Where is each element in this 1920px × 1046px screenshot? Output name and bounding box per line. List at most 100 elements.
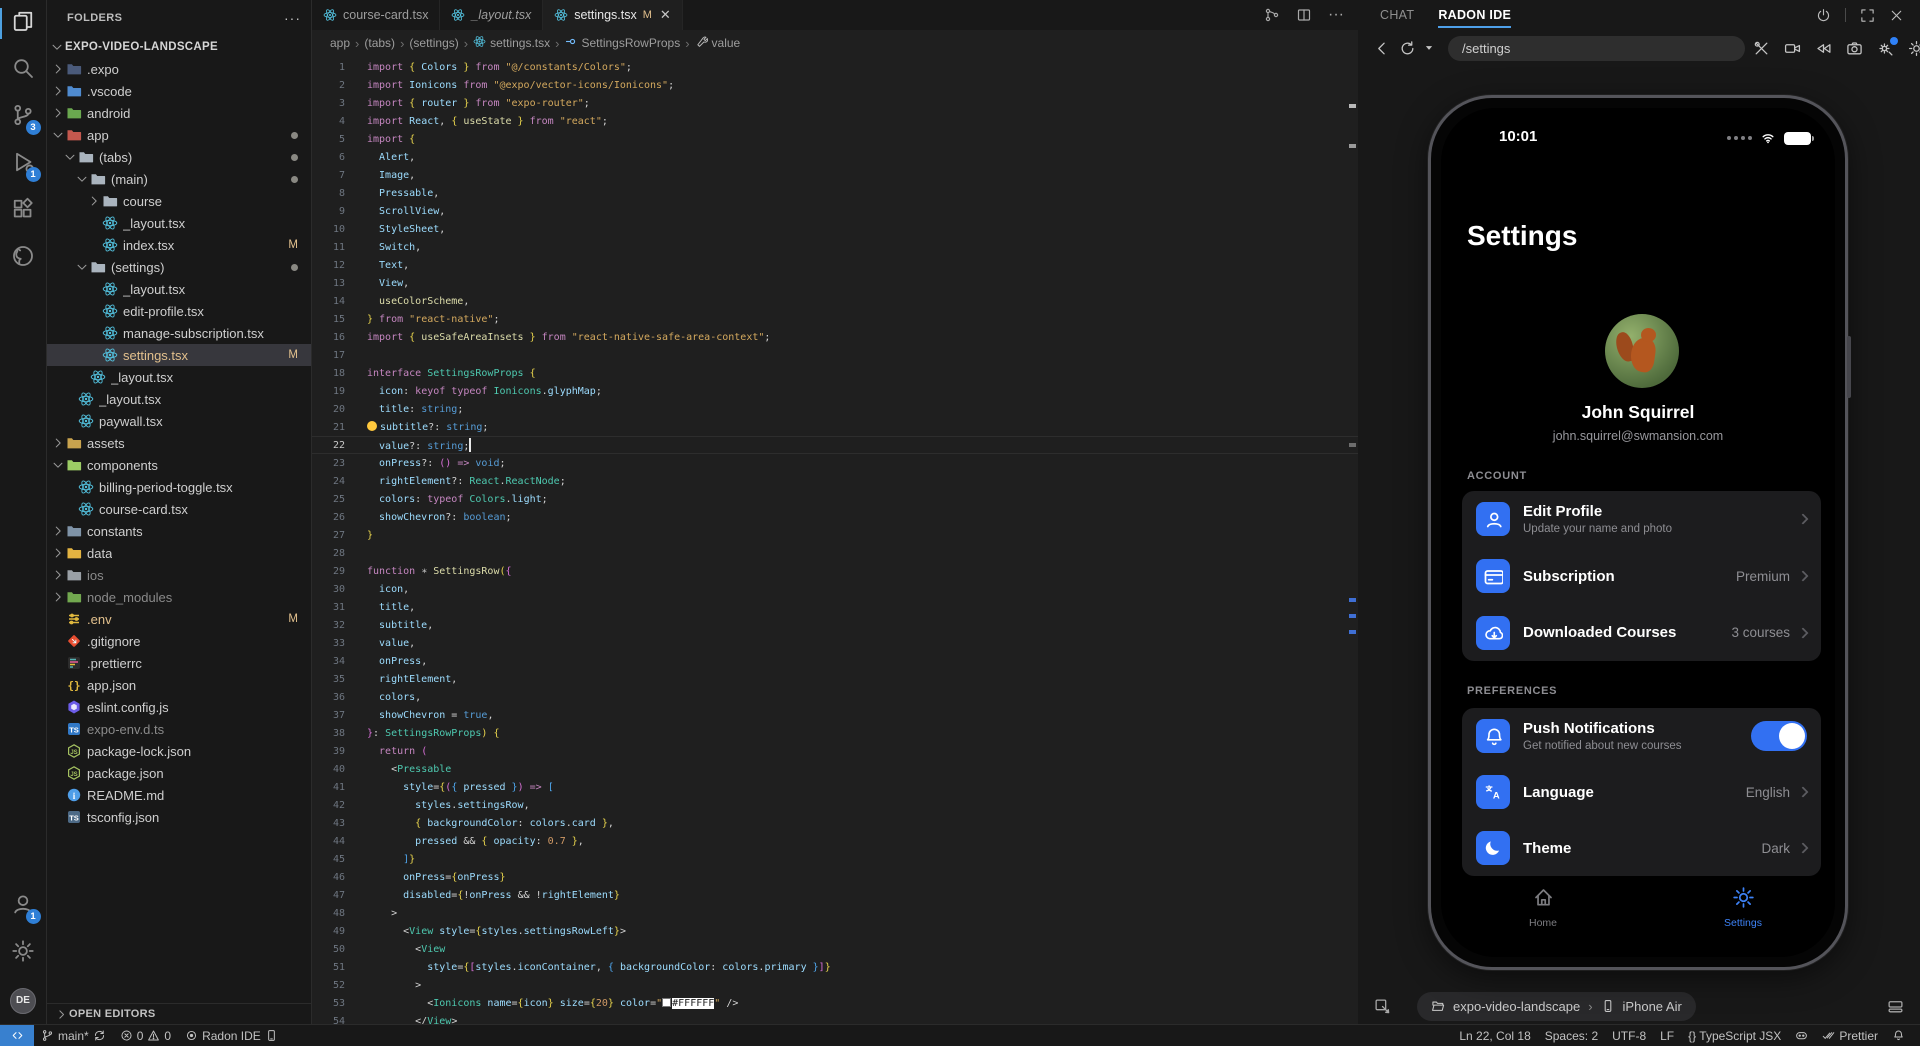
- power-icon[interactable]: [1816, 8, 1831, 23]
- breadcrumb-item[interactable]: (tabs): [364, 36, 395, 50]
- language-mode[interactable]: {} TypeScript JSX: [1681, 1025, 1788, 1046]
- tree-item[interactable]: .vscode: [47, 80, 311, 102]
- tree-item[interactable]: course: [47, 190, 311, 212]
- activity-source-control[interactable]: 3: [0, 94, 47, 141]
- tree-item[interactable]: constants: [47, 520, 311, 542]
- cursor-position[interactable]: Ln 22, Col 18: [1452, 1025, 1537, 1046]
- breadcrumb-item[interactable]: app: [330, 36, 350, 50]
- tree-item[interactable]: eslint.config.js: [47, 696, 311, 718]
- tree-item[interactable]: components: [47, 454, 311, 476]
- reload-button[interactable]: [1399, 40, 1416, 57]
- phone-tab-home[interactable]: Home: [1483, 886, 1603, 929]
- tree-item[interactable]: .prettierrc: [47, 652, 311, 674]
- settings-row-theme[interactable]: ThemeDark: [1462, 820, 1821, 876]
- reload-dropdown-icon[interactable]: [1424, 43, 1434, 53]
- back-button[interactable]: [1374, 40, 1391, 57]
- code-editor[interactable]: 1import { Colors } from "@/constants/Col…: [312, 56, 1358, 1024]
- settings-gear-icon[interactable]: [1908, 40, 1920, 57]
- more-actions-icon[interactable]: ···: [1328, 6, 1344, 24]
- tree-item[interactable]: _layout.tsx: [47, 212, 311, 234]
- device-selector[interactable]: expo-video-landscape › iPhone Air: [1417, 992, 1696, 1021]
- tree-item[interactable]: (main): [47, 168, 311, 190]
- tab-settings.tsx[interactable]: settings.tsxM✕: [543, 0, 683, 30]
- activity-profile-avatar[interactable]: DE: [0, 977, 47, 1024]
- tab-chat[interactable]: CHAT: [1380, 0, 1414, 30]
- activity-extensions[interactable]: [0, 188, 47, 235]
- radon-ide-status[interactable]: Radon IDE: [178, 1025, 285, 1046]
- open-editors-section[interactable]: OPEN EDITORS: [47, 1003, 311, 1024]
- split-editor-icon[interactable]: [1296, 7, 1312, 23]
- remote-indicator[interactable]: [0, 1025, 34, 1046]
- tree-item[interactable]: (tabs): [47, 146, 311, 168]
- screenshot-icon[interactable]: [1846, 40, 1863, 57]
- breadcrumb-item[interactable]: SettingsRowProps: [564, 35, 680, 51]
- copilot-icon[interactable]: [1788, 1025, 1815, 1046]
- activity-accounts[interactable]: 1: [0, 883, 47, 930]
- tree-item[interactable]: .expo: [47, 58, 311, 80]
- tree-item[interactable]: data: [47, 542, 311, 564]
- settings-row-subscription[interactable]: SubscriptionPremium: [1462, 548, 1821, 605]
- inspect-icon[interactable]: [1374, 998, 1391, 1015]
- tree-item[interactable]: TStsconfig.json: [47, 806, 311, 828]
- tree-item[interactable]: JSpackage.json: [47, 762, 311, 784]
- lightbulb-icon[interactable]: [367, 421, 377, 431]
- activity-run-and-debug[interactable]: 1: [0, 141, 47, 188]
- overview-ruler[interactable]: [1346, 56, 1358, 1024]
- notifications-bell-icon[interactable]: [1885, 1025, 1912, 1046]
- tree-item[interactable]: android: [47, 102, 311, 124]
- tree-item[interactable]: index.tsxM: [47, 234, 311, 256]
- breadcrumb-item[interactable]: settings.tsx: [473, 35, 550, 51]
- tree-item[interactable]: settings.tsxM: [47, 344, 311, 366]
- replay-icon[interactable]: [1815, 40, 1832, 57]
- source-control-graph-icon[interactable]: [1264, 7, 1280, 23]
- tree-item[interactable]: ios: [47, 564, 311, 586]
- activity-search[interactable]: [0, 47, 47, 94]
- settings-row-downloaded-courses[interactable]: Downloaded Courses3 courses: [1462, 604, 1821, 661]
- route-url-field[interactable]: /settings: [1448, 36, 1745, 61]
- tree-item[interactable]: _layout.tsx: [47, 388, 311, 410]
- activity-github[interactable]: [0, 235, 47, 282]
- encoding[interactable]: UTF-8: [1605, 1025, 1653, 1046]
- tree-item[interactable]: course-card.tsx: [47, 498, 311, 520]
- tree-item[interactable]: edit-profile.tsx: [47, 300, 311, 322]
- fullscreen-icon[interactable]: [1860, 8, 1875, 23]
- dev-tools-icon[interactable]: [1753, 40, 1770, 57]
- toggle-switch[interactable]: [1751, 721, 1807, 751]
- settings-row-edit-profile[interactable]: Edit ProfileUpdate your name and photo: [1462, 491, 1821, 548]
- git-branch-item[interactable]: main*: [34, 1025, 113, 1046]
- activity-explorer[interactable]: [0, 0, 47, 47]
- tree-item[interactable]: .envM: [47, 608, 311, 630]
- tree-item[interactable]: _layout.tsx: [47, 366, 311, 388]
- tab-course-card.tsx[interactable]: course-card.tsx: [312, 0, 440, 30]
- breadcrumb-item[interactable]: value: [695, 35, 741, 51]
- close-icon[interactable]: ✕: [660, 7, 671, 23]
- tree-item[interactable]: {}app.json: [47, 674, 311, 696]
- device-profile-icon[interactable]: [1877, 40, 1894, 57]
- iphone-screen[interactable]: 10:01 Settings John Squirrel john.squirr…: [1441, 108, 1835, 957]
- eol[interactable]: LF: [1653, 1025, 1681, 1046]
- tree-item[interactable]: iREADME.md: [47, 784, 311, 806]
- breadcrumb-item[interactable]: (settings): [409, 36, 458, 50]
- indentation[interactable]: Spaces: 2: [1538, 1025, 1605, 1046]
- screen-record-icon[interactable]: [1784, 40, 1801, 57]
- tree-item[interactable]: (settings): [47, 256, 311, 278]
- tree-item[interactable]: .gitignore: [47, 630, 311, 652]
- formatter-item[interactable]: Prettier: [1815, 1025, 1885, 1046]
- problems-item[interactable]: 0 0: [113, 1025, 178, 1046]
- phone-tab-settings[interactable]: Settings: [1683, 886, 1803, 929]
- tree-item[interactable]: node_modules: [47, 586, 311, 608]
- tree-item[interactable]: billing-period-toggle.tsx: [47, 476, 311, 498]
- tree-item[interactable]: manage-subscription.tsx: [47, 322, 311, 344]
- tree-item[interactable]: app: [47, 124, 311, 146]
- tab-_layout.tsx[interactable]: _layout.tsx: [440, 0, 543, 30]
- tree-root[interactable]: EXPO-VIDEO-LANDSCAPE: [47, 36, 311, 58]
- tree-item[interactable]: JSpackage-lock.json: [47, 740, 311, 762]
- tree-item[interactable]: TSexpo-env.d.ts: [47, 718, 311, 740]
- tree-item[interactable]: paywall.tsx: [47, 410, 311, 432]
- tree-item[interactable]: assets: [47, 432, 311, 454]
- activity-manage[interactable]: [0, 930, 47, 977]
- tab-radon-ide[interactable]: RADON IDE: [1438, 0, 1511, 30]
- more-actions-icon[interactable]: ···: [284, 10, 301, 26]
- tree-item[interactable]: _layout.tsx: [47, 278, 311, 300]
- settings-row-language[interactable]: ALanguageEnglish: [1462, 764, 1821, 820]
